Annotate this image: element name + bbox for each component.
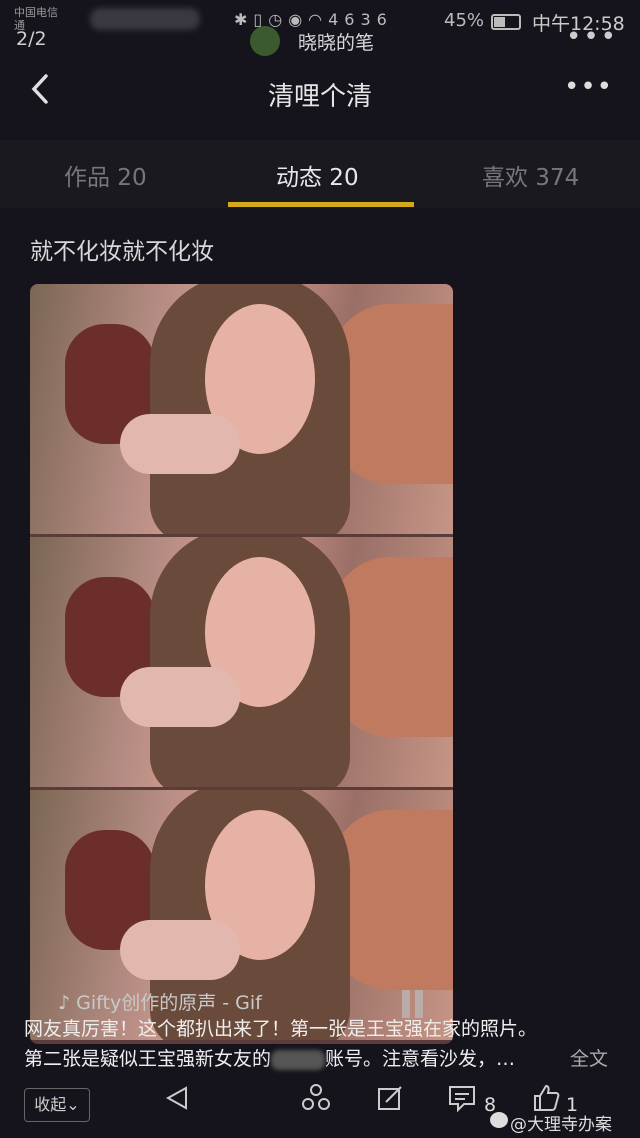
full-text-link[interactable]: 全文: [570, 1044, 608, 1071]
wifi-icon: ◠: [308, 10, 329, 29]
bluetooth-icon: ✱: [234, 10, 254, 29]
tab-works[interactable]: 作品 20: [64, 158, 147, 192]
profile-tabs: 作品 20 动态 20 喜欢 374: [0, 140, 640, 208]
tab-moments[interactable]: 动态 20: [276, 158, 359, 192]
caption-line-1: 网友真厉害！这个都扒出来了！第一张是王宝强在家的照片。: [24, 1018, 538, 1040]
weibo-logo-icon: [490, 1112, 508, 1128]
more-button[interactable]: •••: [564, 72, 613, 102]
comment-button[interactable]: [446, 1082, 478, 1118]
battery-icon: [491, 14, 521, 30]
gif-frame: [30, 537, 453, 787]
comment-icon: [449, 1086, 475, 1113]
page-title: 清哩个清: [267, 82, 372, 112]
play-icon: [165, 1086, 187, 1110]
gif-image[interactable]: [30, 284, 453, 1044]
blurred-notification: [90, 8, 200, 30]
chevron-down-icon: ⌄: [66, 1095, 80, 1114]
signal-icon-2: 36: [360, 10, 393, 29]
status-icons: ✱▯◷◉◠4636: [234, 10, 393, 29]
avatar: [250, 26, 280, 56]
image-counter: 2/2: [16, 28, 47, 50]
share-button[interactable]: [300, 1082, 332, 1118]
music-icon: ♪: [58, 992, 77, 1014]
watermark: @大理寺办案: [510, 1115, 612, 1135]
battery-percent: 45%: [444, 10, 485, 31]
share-icon: [302, 1084, 330, 1110]
gif-sound-caption: ♪ Gifty创作的原声 - Gif: [58, 992, 262, 1014]
viewer-more-icon[interactable]: •••: [566, 22, 618, 52]
alarm-icon: ◷: [268, 10, 289, 29]
post-text: 就不化妆就不化妆: [30, 239, 214, 265]
weibo-caption: 网友真厉害！这个都扒出来了！第一张是王宝强在家的照片。 第二张是疑似王宝强新女友…: [24, 1014, 624, 1074]
gif-frame: [30, 284, 453, 534]
repost-icon: [378, 1086, 402, 1110]
blurred-word: [271, 1049, 326, 1070]
collapse-button[interactable]: 收起⌄: [24, 1088, 90, 1122]
eye-icon: ◉: [288, 10, 309, 29]
caption-line-2: 第二张是疑似王宝强新女友的 账号。注意看沙发，…: [24, 1048, 516, 1070]
play-button[interactable]: [162, 1082, 194, 1118]
tab-likes[interactable]: 喜欢 374: [482, 158, 579, 192]
source-name: 晓晓的笔: [298, 32, 375, 54]
signal-icon: 46: [328, 10, 361, 29]
active-tab-indicator: [228, 202, 414, 207]
repost-button[interactable]: [374, 1082, 406, 1118]
